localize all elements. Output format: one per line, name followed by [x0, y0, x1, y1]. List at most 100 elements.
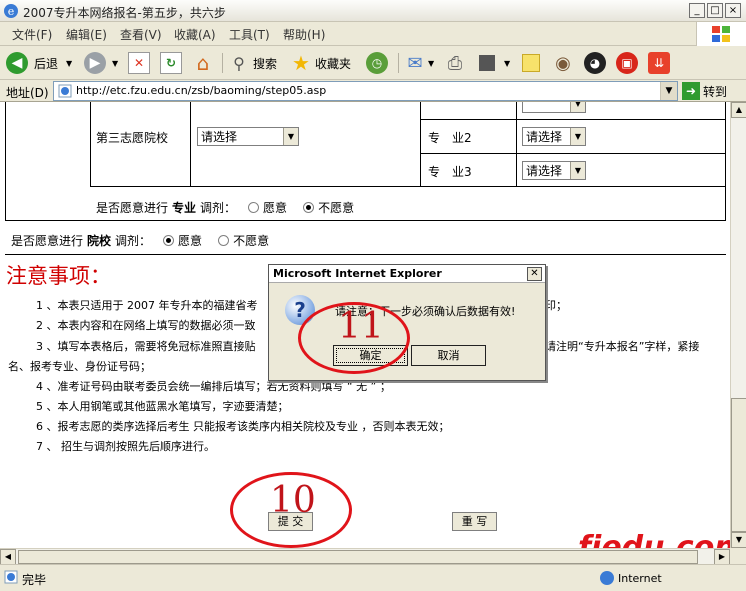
- school-adjust-yes-radio[interactable]: [163, 235, 175, 246]
- scroll-right-icon[interactable]: ▶: [714, 549, 730, 565]
- go-arrow-icon: ➜: [682, 82, 700, 100]
- major-adjust-no-radio[interactable]: [303, 202, 315, 213]
- annotation-step-number: 11: [338, 306, 384, 347]
- chevron-down-icon: ▼: [66, 58, 73, 68]
- school-adjust-no-radio[interactable]: [218, 235, 230, 246]
- scroll-up-icon[interactable]: ▲: [731, 102, 746, 118]
- address-input[interactable]: http://etc.fzu.edu.cn/zsb/baoming/step05…: [53, 81, 678, 101]
- discuss-button[interactable]: [520, 51, 542, 75]
- third-choice-label: 第三志愿院校: [96, 131, 169, 145]
- table-border: [5, 254, 726, 255]
- annotation-step-number: 10: [270, 480, 316, 521]
- close-window-button[interactable]: ×: [725, 3, 741, 18]
- table-border: [5, 220, 726, 221]
- history-button[interactable]: ◷: [366, 51, 388, 75]
- major3-select[interactable]: 请选择 ▼: [522, 161, 586, 180]
- scroll-down-icon[interactable]: ▼: [731, 532, 746, 548]
- chevron-down-icon: ▼: [570, 128, 585, 145]
- mail-button[interactable]: ✉ ▼: [404, 51, 434, 75]
- go-button[interactable]: ➜ 转到: [682, 81, 727, 101]
- school-adjust-row: 是否愿意进行 院校 调剂： 愿意 不愿意: [11, 232, 269, 249]
- school-adjust-prefix: 是否愿意进行: [11, 234, 84, 248]
- printer-icon: ⎙: [447, 52, 463, 74]
- forward-button[interactable]: ▶ ▼: [84, 51, 118, 75]
- plugin-button[interactable]: ▣: [616, 51, 638, 75]
- scroll-thumb[interactable]: [731, 398, 746, 532]
- chevron-down-icon: ▼: [283, 128, 298, 145]
- address-label: 地址(D): [6, 86, 49, 100]
- minimize-button[interactable]: _: [689, 3, 705, 18]
- download-button[interactable]: ⇊: [648, 51, 670, 75]
- table-border: [516, 102, 517, 186]
- vertical-scrollbar[interactable]: ▲ ▼: [730, 102, 746, 548]
- maximize-button[interactable]: □: [707, 3, 723, 18]
- table-border: [420, 119, 726, 120]
- ie-icon: e: [4, 4, 18, 18]
- major3-label: 专 业3: [428, 165, 472, 179]
- reset-button[interactable]: 重 写: [452, 512, 497, 531]
- messenger-button[interactable]: ◉: [552, 51, 574, 75]
- major1-select[interactable]: ▼: [522, 102, 586, 113]
- note-item-tail: 请注明“专升本报名”字样，紧接: [545, 340, 700, 353]
- mail-icon: ✉: [407, 52, 423, 74]
- major-adjust-yes-label: 愿意: [263, 201, 288, 215]
- menu-bar: 文件(F) 编辑(E) 查看(V) 收藏(A) 工具(T) 帮助(H): [0, 22, 746, 46]
- print-button[interactable]: ⎙: [444, 51, 466, 75]
- major-adjust-keyword: 专业: [172, 201, 197, 215]
- select-value: 请选择: [526, 130, 563, 144]
- address-url: http://etc.fzu.edu.cn/zsb/baoming/step05…: [76, 84, 327, 97]
- major-adjust-row: 是否愿意进行 专业 调剂： 愿意 不愿意: [96, 199, 354, 216]
- horizontal-scrollbar[interactable]: ◀ ▶: [0, 548, 730, 565]
- address-bar: 地址(D) http://etc.fzu.edu.cn/zsb/baoming/…: [0, 80, 746, 102]
- menu-tools[interactable]: 工具(T): [229, 26, 270, 43]
- major-adjust-prefix: 是否愿意进行: [96, 201, 169, 215]
- favorites-button[interactable]: ★ 收藏夹: [290, 51, 351, 75]
- page-icon: [58, 84, 72, 98]
- third-choice-school-select[interactable]: 请选择 ▼: [197, 127, 299, 146]
- search-icon: ⚲: [233, 53, 245, 73]
- qq-button[interactable]: ◕: [584, 51, 606, 75]
- back-button[interactable]: ◀ 后退 ▼: [6, 51, 72, 75]
- menu-favorites[interactable]: 收藏(A): [174, 26, 216, 43]
- star-icon: ★: [292, 51, 310, 75]
- menu-view[interactable]: 查看(V): [120, 26, 162, 43]
- back-label: 后退: [34, 56, 59, 71]
- toolbar: ◀ 后退 ▼ ▶ ▼ ✕ ↻ ⌂ ⚲ 搜索 ★ 收藏夹 ◷ ✉ ▼ ⎙ ▼ ◉: [0, 46, 746, 80]
- back-arrow-icon: ◀: [6, 52, 28, 74]
- refresh-button[interactable]: ↻: [160, 51, 182, 75]
- major-adjust-yes-radio[interactable]: [248, 202, 260, 213]
- menu-edit[interactable]: 编辑(E): [66, 26, 107, 43]
- search-button[interactable]: ⚲ 搜索: [228, 51, 277, 75]
- dialog-close-button[interactable]: ✕: [527, 267, 542, 281]
- home-button[interactable]: ⌂: [192, 51, 214, 75]
- watermark-logo: fjedu.com: [578, 530, 730, 548]
- menu-help[interactable]: 帮助(H): [283, 26, 325, 43]
- windows-logo-icon: [696, 22, 746, 46]
- zone-label: Internet: [618, 571, 662, 585]
- table-border: [420, 153, 726, 154]
- table-border: [90, 186, 726, 187]
- status-bar: 完毕 Internet: [0, 564, 746, 591]
- stop-button[interactable]: ✕: [128, 51, 150, 75]
- chevron-down-icon[interactable]: ▼: [660, 82, 677, 100]
- cancel-button[interactable]: 取消: [411, 345, 486, 366]
- major2-select[interactable]: 请选择 ▼: [522, 127, 586, 146]
- chevron-down-icon: ▼: [570, 102, 585, 112]
- scroll-left-icon[interactable]: ◀: [0, 549, 16, 565]
- penguin-icon: ◕: [584, 52, 606, 74]
- table-border: [90, 102, 91, 186]
- dialog-title: Microsoft Internet Explorer: [273, 267, 442, 280]
- school-adjust-keyword: 院校: [87, 234, 112, 248]
- research-icon: ◉: [555, 52, 571, 74]
- edit-page-icon: [476, 52, 498, 74]
- major2-label: 专 业2: [428, 131, 472, 145]
- edit-button[interactable]: ▼: [476, 51, 510, 75]
- note-item: 7 、 招生与调剂按照先后顺序进行。: [36, 440, 215, 453]
- go-label: 转到: [703, 84, 728, 99]
- select-value: 请选择: [201, 130, 238, 144]
- scroll-thumb[interactable]: [18, 550, 698, 564]
- svg-text:e: e: [8, 5, 15, 18]
- menu-file[interactable]: 文件(F): [12, 26, 52, 43]
- window-title: 2007专升本网络报名-第五步，共六步: [23, 6, 226, 20]
- note-item: 2 、本表内容和在网络上填写的数据必须一致: [36, 319, 256, 332]
